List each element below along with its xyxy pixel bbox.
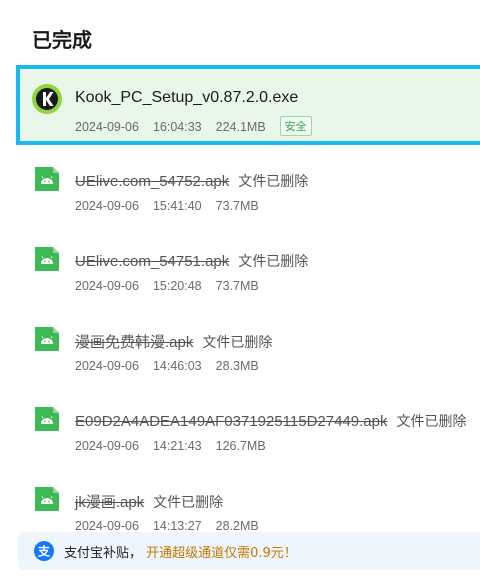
android-apk-icon (35, 487, 59, 511)
download-item[interactable]: UElive.com_54752.apk 文件已删除 2024-09-06 15:4… (16, 147, 480, 227)
file-size: 28.2MB (215, 519, 259, 533)
file-deleted-status: 文件已删除 (238, 174, 309, 190)
file-size: 73.7MB (215, 279, 259, 293)
file-size: 73.7MB (215, 199, 259, 213)
file-meta: 2024-09-06 14:13:27 28.2MB (75, 519, 273, 533)
file-size: 224.1MB (215, 120, 266, 134)
file-name[interactable]: jk漫画.apk (75, 494, 144, 511)
android-apk-icon (35, 327, 59, 351)
download-date: 2024-09-06 (75, 120, 139, 134)
file-name-line: UElive.com_54751.apk 文件已删除 (75, 251, 308, 271)
download-time: 14:21:43 (152, 439, 202, 453)
file-meta: 2024-09-06 15:20:48 73.7MB (75, 279, 273, 293)
alipay-promo-banner[interactable]: 支 支付宝补贴， 开通超级通道仅需0.9元！ (18, 532, 480, 570)
download-date: 2024-09-06 (75, 359, 139, 373)
download-list: Kook_PC_Setup_v0.87.2.0.exe 2024-09-06 16… (0, 0, 480, 587)
download-time: 14:13:27 (152, 519, 202, 533)
download-date: 2024-09-06 (75, 439, 139, 453)
file-size: 28.3MB (215, 359, 259, 373)
file-meta: 2024-09-06 14:21:43 126.7MB (75, 439, 280, 453)
file-deleted-status: 文件已删除 (396, 414, 467, 430)
download-time: 16:04:33 (152, 120, 202, 134)
download-time: 15:41:40 (152, 199, 202, 213)
file-name-line: jk漫画.apk 文件已删除 (75, 491, 223, 512)
file-meta: 2024-09-06 16:04:33 224.1MB 安全 (75, 116, 312, 136)
file-name-line: UElive.com_54752.apk 文件已删除 (75, 171, 308, 191)
file-name-line: E09D2A4ADEA149AF0371925115D27449.apk 文件已删… (75, 411, 466, 431)
file-size: 126.7MB (215, 439, 266, 453)
download-item[interactable]: Kook_PC_Setup_v0.87.2.0.exe 2024-09-06 16… (16, 65, 480, 145)
download-time: 15:20:48 (152, 279, 202, 293)
download-item[interactable]: 漫画免费韩漫.apk 文件已删除 2024-09-06 14:46:03 28.3MB (16, 307, 480, 387)
download-date: 2024-09-06 (75, 519, 139, 533)
file-deleted-status: 文件已删除 (202, 335, 273, 351)
safe-badge: 安全 (279, 116, 312, 136)
file-name[interactable]: 漫画免费韩漫.apk (75, 334, 193, 351)
file-deleted-status: 文件已删除 (238, 254, 309, 270)
android-apk-icon (35, 247, 59, 271)
file-name[interactable]: Kook_PC_Setup_v0.87.2.0.exe (75, 89, 298, 106)
file-name[interactable]: UElive.com_54752.apk (75, 173, 229, 190)
file-meta: 2024-09-06 14:46:03 28.3MB (75, 359, 273, 373)
svg-text:支: 支 (37, 544, 51, 559)
banner-text: 支付宝补贴， 开通超级通道仅需0.9元！ (64, 542, 297, 561)
download-item[interactable]: E09D2A4ADEA149AF0371925115D27449.apk 文件已删… (16, 387, 480, 467)
download-time: 14:46:03 (152, 359, 202, 373)
file-name-line: 漫画免费韩漫.apk 文件已删除 (75, 331, 272, 352)
android-apk-icon (35, 167, 59, 191)
file-deleted-status: 文件已删除 (153, 495, 224, 511)
android-apk-icon (35, 407, 59, 431)
download-date: 2024-09-06 (75, 279, 139, 293)
file-name[interactable]: E09D2A4ADEA149AF0371925115D27449.apk (75, 413, 387, 430)
download-item[interactable]: UElive.com_54751.apk 文件已删除 2024-09-06 15:2… (16, 227, 480, 307)
file-name[interactable]: UElive.com_54751.apk (75, 253, 229, 270)
kook-app-icon (32, 84, 62, 114)
file-name-line: Kook_PC_Setup_v0.87.2.0.exe (75, 89, 298, 107)
alipay-icon: 支 (34, 541, 54, 561)
file-meta: 2024-09-06 15:41:40 73.7MB (75, 199, 273, 213)
download-date: 2024-09-06 (75, 199, 139, 213)
banner-label: 支付宝补贴， (64, 546, 143, 561)
banner-offer-link[interactable]: 开通超级通道仅需0.9元！ (146, 546, 297, 561)
